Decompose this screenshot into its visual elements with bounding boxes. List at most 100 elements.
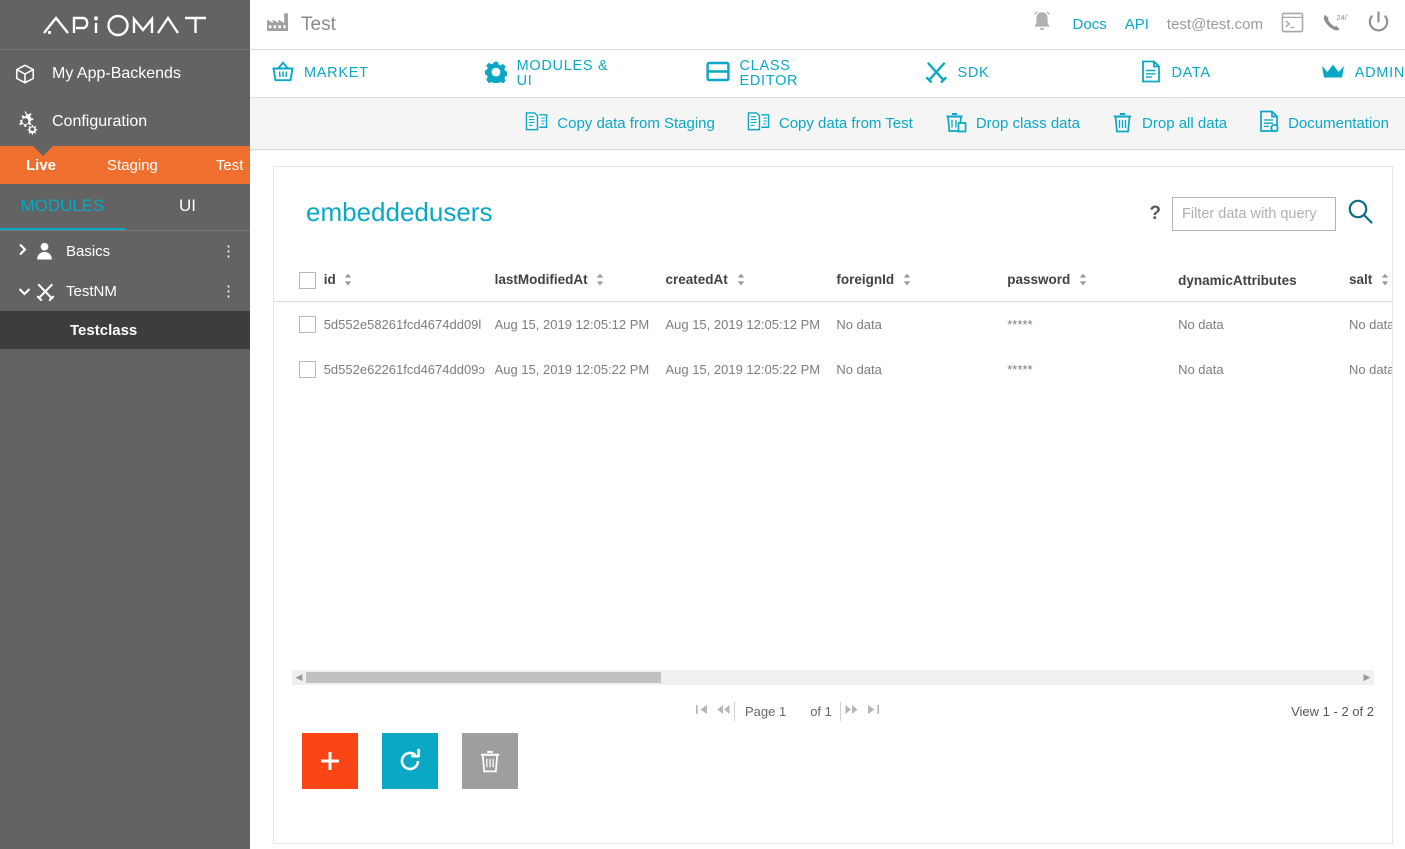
sidebar-item-configuration[interactable]: Configuration (0, 98, 250, 146)
header-foreignid[interactable]: foreignId (836, 262, 1008, 302)
basket-icon (272, 61, 294, 86)
select-all-checkbox[interactable] (299, 272, 316, 289)
header-password[interactable]: password (1007, 262, 1179, 302)
first-page-button[interactable] (692, 704, 713, 718)
last-page-button[interactable] (862, 704, 883, 718)
nav-tab-market[interactable]: MARKET (272, 50, 369, 97)
nav-tab-modules-ui-label: MODULES & UI (516, 58, 609, 89)
cell-createdat: Aug 15, 2019 12:05:22 PM (665, 362, 821, 378)
tree-item-basics[interactable]: Basics ⋮ (0, 231, 250, 271)
apiomat-logo[interactable] (0, 0, 250, 50)
app-name: Test (301, 13, 336, 35)
environment-switcher: Live Staging Test (0, 146, 250, 184)
terminal-icon[interactable] (1281, 12, 1304, 38)
env-tab-test[interactable]: Test (210, 157, 250, 174)
phone-247-icon[interactable]: 24/7 (1322, 12, 1351, 38)
nav-tab-class-editor[interactable]: CLASS EDITOR (705, 50, 853, 97)
kebab-menu-testnm[interactable]: ⋮ (221, 284, 236, 299)
nav-tab-admin[interactable]: ADMIN (1321, 50, 1405, 97)
sidebar-label-my-app-backends: My App-Backends (52, 65, 181, 82)
bell-icon[interactable] (1029, 9, 1055, 40)
sidebar-item-my-app-backends[interactable]: My App-Backends (0, 50, 250, 98)
help-icon[interactable]: ? (1149, 203, 1161, 225)
header-dynamicattributes[interactable]: dynamicAttributes (1178, 262, 1349, 302)
row-checkbox-cell (274, 347, 324, 392)
action-documentation[interactable]: Documentation (1243, 110, 1405, 137)
table-header-row: id lastModifiedAt createdAt foreignId pa… (274, 262, 1392, 302)
content-wrapper: embeddedusers ? Filter data with query i… (250, 150, 1405, 848)
view-count-label: View 1 - 2 of 2 (1291, 703, 1374, 719)
power-icon[interactable] (1366, 10, 1391, 40)
sort-icon[interactable] (596, 273, 604, 289)
header-id[interactable]: id (323, 262, 495, 302)
scroll-right-arrow[interactable]: ▶ (1360, 672, 1374, 683)
action-copy-from-test[interactable]: Copy data from Test (731, 111, 929, 136)
cube-icon (14, 63, 48, 85)
table-row[interactable]: 5d552e62261fcd4674dd09ɔ Aug 15, 2019 12:… (274, 347, 1392, 392)
header-lastmodifiedat[interactable]: lastModifiedAt (494, 262, 666, 302)
cell-password: ***** (1007, 317, 1033, 333)
tools-icon (925, 61, 948, 87)
kebab-menu-basics[interactable]: ⋮ (221, 244, 236, 259)
header-password-label: password (1007, 272, 1071, 288)
header-foreignid-label: foreignId (836, 272, 895, 288)
document-icon (1141, 60, 1161, 87)
pagination-bar: Page 1 of 1 View 1 - 2 of 2 (292, 699, 1374, 723)
cell-lastmodifiedat: Aug 15, 2019 12:05:12 PM (494, 317, 650, 333)
data-panel: embeddedusers ? Filter data with query i… (273, 166, 1393, 844)
row-checkbox[interactable] (299, 361, 316, 379)
row-checkbox[interactable] (299, 316, 316, 334)
gears-icon (14, 110, 48, 135)
trash-class-icon (945, 111, 967, 137)
filter-group: ? (1149, 197, 1392, 231)
nav-tab-sdk[interactable]: SDK (925, 50, 990, 97)
docs-link[interactable]: Docs (1073, 16, 1107, 33)
add-row-button[interactable] (302, 733, 358, 789)
scroll-left-arrow[interactable]: ◀ (292, 672, 306, 683)
tree-label-basics: Basics (66, 242, 111, 260)
chevron-right-icon[interactable] (18, 243, 36, 259)
cell-dynamicattributes: No data (1178, 317, 1224, 333)
nav-tab-data[interactable]: DATA (1141, 50, 1210, 106)
data-table: id lastModifiedAt createdAt foreignId pa… (274, 262, 1392, 392)
cell-id: 5d552e62261fcd4674dd09ɔ (323, 362, 485, 378)
next-page-button[interactable] (841, 704, 862, 718)
table-header: id lastModifiedAt createdAt foreignId pa… (274, 262, 1392, 302)
sort-icon[interactable] (903, 273, 911, 289)
apiomat-logo-mark (43, 14, 206, 36)
action-copy-from-staging[interactable]: Copy data from Staging (509, 111, 731, 136)
tree-item-testnm[interactable]: TestNM ⋮ (0, 271, 250, 311)
sort-icon[interactable] (1381, 273, 1389, 289)
user-email-link[interactable]: test@test.com (1167, 16, 1263, 33)
cell-createdat: Aug 15, 2019 12:05:12 PM (665, 317, 821, 333)
nav-tab-sdk-label: SDK (957, 65, 990, 82)
header-salt[interactable]: salt (1348, 262, 1392, 302)
env-tab-staging[interactable]: Staging (101, 157, 164, 174)
tab-modules[interactable]: MODULES (0, 184, 125, 231)
horizontal-scrollbar[interactable]: ◀ ▶ (292, 670, 1374, 685)
scrollbar-thumb[interactable] (306, 672, 661, 683)
tree-item-testclass[interactable]: Testclass (0, 311, 250, 349)
env-tab-live[interactable]: Live (20, 157, 62, 174)
chevron-down-icon[interactable] (18, 284, 36, 299)
cell-salt: No data (1348, 317, 1392, 333)
sort-icon[interactable] (737, 273, 745, 289)
gear-icon (483, 61, 508, 87)
action-drop-all-data[interactable]: Drop all data (1096, 111, 1243, 137)
api-link[interactable]: API (1125, 16, 1149, 33)
action-copy-from-test-label: Copy data from Test (778, 115, 913, 132)
nav-tab-modules-ui[interactable]: MODULES & UI (483, 50, 628, 97)
delete-button[interactable] (462, 733, 518, 789)
sort-icon[interactable] (1079, 273, 1087, 289)
tab-ui[interactable]: UI (125, 184, 250, 231)
prev-page-button[interactable] (713, 704, 734, 718)
top-bar-right: Docs API test@test.com 24/7 (1029, 9, 1395, 40)
sort-icon[interactable] (344, 273, 352, 289)
table-row[interactable]: 5d552e58261fcd4674dd09l Aug 15, 2019 12:… (274, 302, 1392, 348)
header-createdat[interactable]: createdAt (665, 262, 837, 302)
header-select-all (274, 262, 324, 302)
refresh-button[interactable] (382, 733, 438, 789)
search-icon[interactable] (1347, 198, 1374, 230)
action-drop-class-data[interactable]: Drop class data (929, 111, 1096, 137)
filter-query-input[interactable] (1172, 197, 1336, 231)
